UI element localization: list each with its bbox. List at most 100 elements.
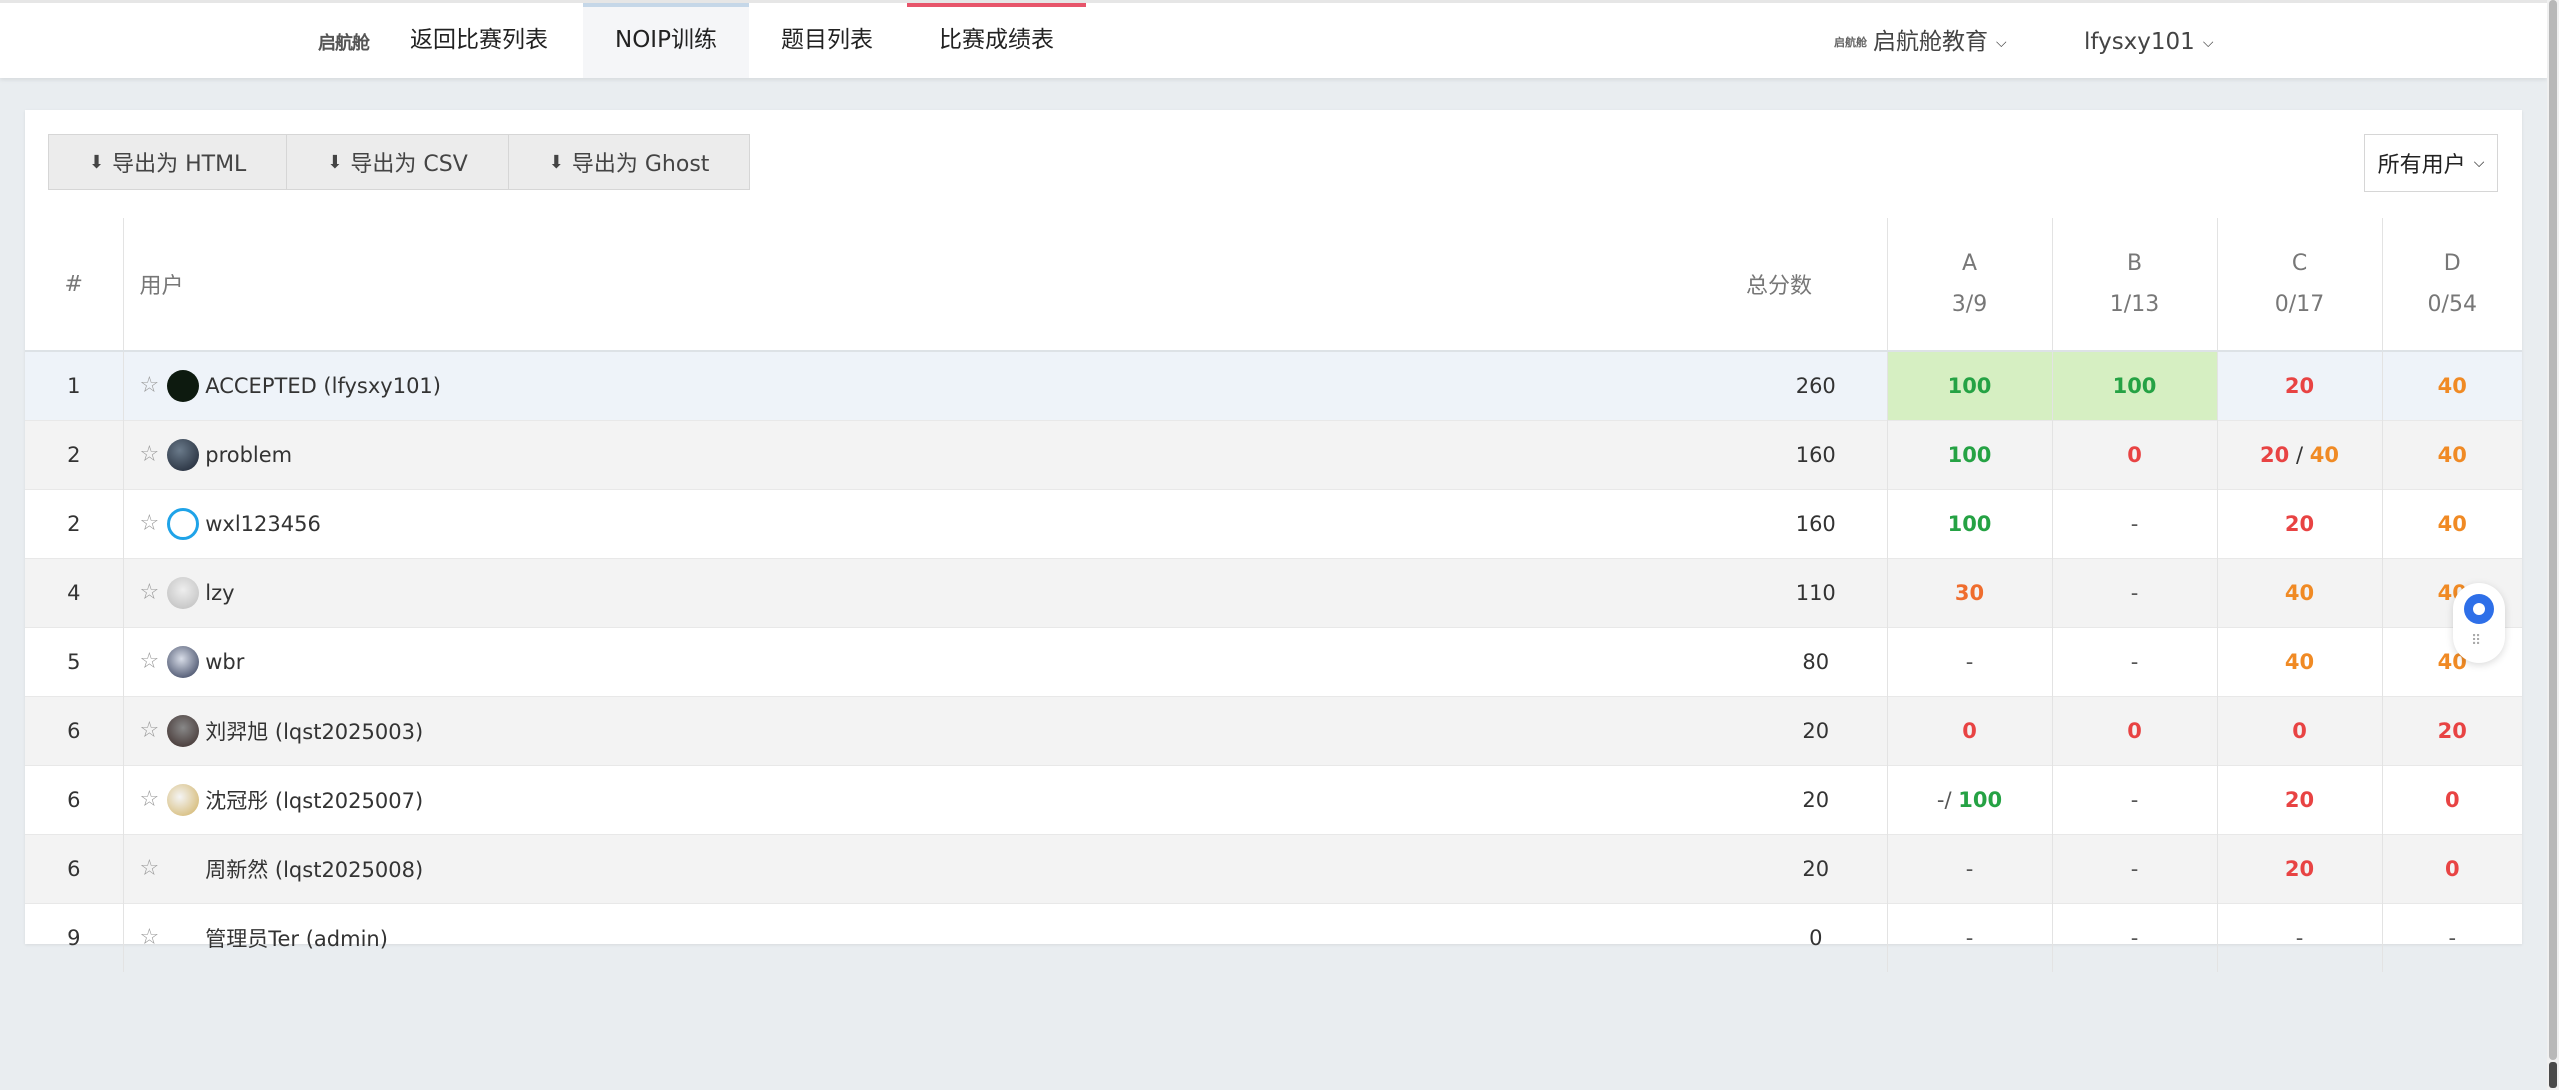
score-cell[interactable]: 0 [2051,696,2217,766]
score-cell[interactable]: 100 [1886,350,2052,421]
problem-header-a[interactable]: A 3/9 [1886,218,2052,352]
score-cell[interactable]: - [2051,627,2217,697]
score-cell[interactable]: 0 [2216,696,2382,766]
user-link[interactable]: wbr [205,650,244,674]
star-icon[interactable]: ☆ [140,718,160,743]
score-cell[interactable]: 0 [1886,696,2052,766]
user-link[interactable]: 刘羿旭 (lqst2025003) [205,720,423,744]
rank-cell: 2 [25,489,123,559]
star-icon[interactable]: ☆ [140,442,160,467]
star-icon[interactable]: ☆ [140,373,160,398]
score-cell[interactable]: - [2051,765,2217,835]
user-link[interactable]: lzy [205,581,234,605]
score-cell[interactable]: 40 [2216,558,2382,628]
score-cell[interactable]: - [1886,834,2052,904]
star-icon[interactable]: ☆ [140,856,160,881]
score-cell[interactable]: 40 [2216,627,2382,697]
score-cell[interactable]: 0 [2381,765,2522,835]
score-cell[interactable]: - [2051,558,2217,628]
score-cell[interactable]: - [2216,903,2382,972]
user-link[interactable]: 沈冠彤 (lqst2025007) [205,789,423,813]
total-cell: 160 [1745,489,1887,559]
total-cell: 20 [1745,834,1887,904]
export-csv-label: 导出为 CSV [350,152,468,177]
nav-problem-list[interactable]: 题目列表 [749,3,905,78]
avatar [167,784,200,816]
score-cell[interactable]: 20 [2216,834,2382,904]
site-logo[interactable]: 启航舱 [318,29,370,55]
score-cell[interactable]: - [2051,489,2217,559]
score-cell[interactable]: 20 [2216,350,2382,421]
export-html-button[interactable]: ⬇ 导出为 HTML [48,134,288,190]
page-scrollbar-end[interactable] [2549,1062,2557,1088]
export-html-label: 导出为 HTML [112,152,247,177]
user-link[interactable]: ACCEPTED (lfysxy101) [205,374,441,398]
star-icon[interactable]: ☆ [140,787,160,812]
scoreboard-table: # 用户 总分数 A 3/9 B 1/13 C 0/17 D 0/54 1 ☆ ACCEP… [25,218,2522,972]
nav-noip-training[interactable]: NOIP训练 [583,3,749,78]
score-cell[interactable]: 0 [2381,834,2522,904]
nav-back-to-contests[interactable]: 返回比赛列表 [378,3,580,78]
problem-header-c[interactable]: C 0/17 [2216,218,2382,352]
user-dropdown[interactable]: lfysxy101 ⌵ [2084,3,2213,78]
star-icon[interactable]: ☆ [140,925,160,950]
star-icon[interactable]: ☆ [140,649,160,674]
score-cell[interactable]: -/ 100 [1886,765,2052,835]
export-ghost-button[interactable]: ⬇ 导出为 Ghost [507,134,751,190]
export-ghost-label: 导出为 Ghost [571,152,710,177]
score-cell[interactable]: 100 [1886,420,2052,490]
user-link[interactable]: wxl123456 [205,512,321,536]
rank-cell: 5 [25,627,123,697]
chevron-down-icon: ⌵ [2473,155,2485,171]
score-cell[interactable]: - [1886,627,2052,697]
score-cell[interactable]: 20 [2216,765,2382,835]
user-link[interactable]: problem [205,443,292,467]
rank-cell: 9 [25,903,123,972]
user-filter-select[interactable]: 所有用户 ⌵ [2364,134,2498,192]
user-cell: ☆ 周新然 (lqst2025008) [122,834,1745,904]
problem-header-b[interactable]: B 1/13 [2051,218,2217,352]
export-csv-button[interactable]: ⬇ 导出为 CSV [286,134,509,190]
score-cell[interactable]: - [2381,903,2522,972]
table-row: 2 ☆ problem 160 100 0 20 / 40 40 [25,420,2522,490]
avatar [167,922,199,954]
avatar [167,370,200,402]
star-icon[interactable]: ☆ [140,511,160,536]
score-cell[interactable]: - [1886,903,2052,972]
table-header-row: # 用户 总分数 A 3/9 B 1/13 C 0/17 D 0/54 [25,218,2522,352]
rank-cell: 6 [25,696,123,766]
page-scrollbar-thumb[interactable] [2549,0,2557,1060]
score-cell[interactable]: 30 [1886,558,2052,628]
nav-scoreboard[interactable]: 比赛成绩表 [907,3,1086,78]
score-cell[interactable]: 40 [2381,420,2522,490]
rank-cell: 2 [25,420,123,490]
score-cell[interactable]: 100 [2051,350,2217,421]
table-row: 6 ☆ 沈冠彤 (lqst2025007) 20 -/ 100 - 20 0 [25,765,2522,835]
drag-handle-icon[interactable]: ⠿ [2471,633,2481,649]
avatar [167,646,200,678]
scoreboard-card: ⬇ 导出为 HTML ⬇ 导出为 CSV ⬇ 导出为 Ghost 所有用户 ⌵ # [25,110,2522,972]
score-cell[interactable]: 20 [2216,489,2382,559]
user-link[interactable]: 管理员Ter (admin) [205,927,388,951]
floating-chat-widget[interactable]: ⠿ [2453,583,2505,663]
problem-id: B [2126,251,2143,276]
score-cell[interactable]: 20 [2381,696,2522,766]
score-cell[interactable]: 40 [2381,350,2522,421]
problem-header-d[interactable]: D 0/54 [2381,218,2522,352]
score-cell[interactable]: 40 [2381,489,2522,559]
score-cell[interactable]: 20 / 40 [2216,420,2382,490]
problem-id: A [1961,251,1978,276]
score-cell[interactable]: - [2051,903,2217,972]
score-cell[interactable]: 100 [1886,489,2052,559]
total-cell: 80 [1745,627,1887,697]
star-icon[interactable]: ☆ [140,580,160,605]
score-cell[interactable]: - [2051,834,2217,904]
problem-stat: 1/13 [2109,292,2160,317]
chevron-down-icon: ⌵ [2202,35,2214,51]
user-link[interactable]: 周新然 (lqst2025008) [205,858,423,882]
org-dropdown[interactable]: 启航舱 启航舱教育 ⌵ [1834,3,2007,78]
total-cell: 20 [1745,765,1887,835]
chat-bubble-icon[interactable] [2464,594,2494,624]
table-row: 4 ☆ lzy 110 30 - 40 40 [25,558,2522,628]
score-cell[interactable]: 0 [2051,420,2217,490]
